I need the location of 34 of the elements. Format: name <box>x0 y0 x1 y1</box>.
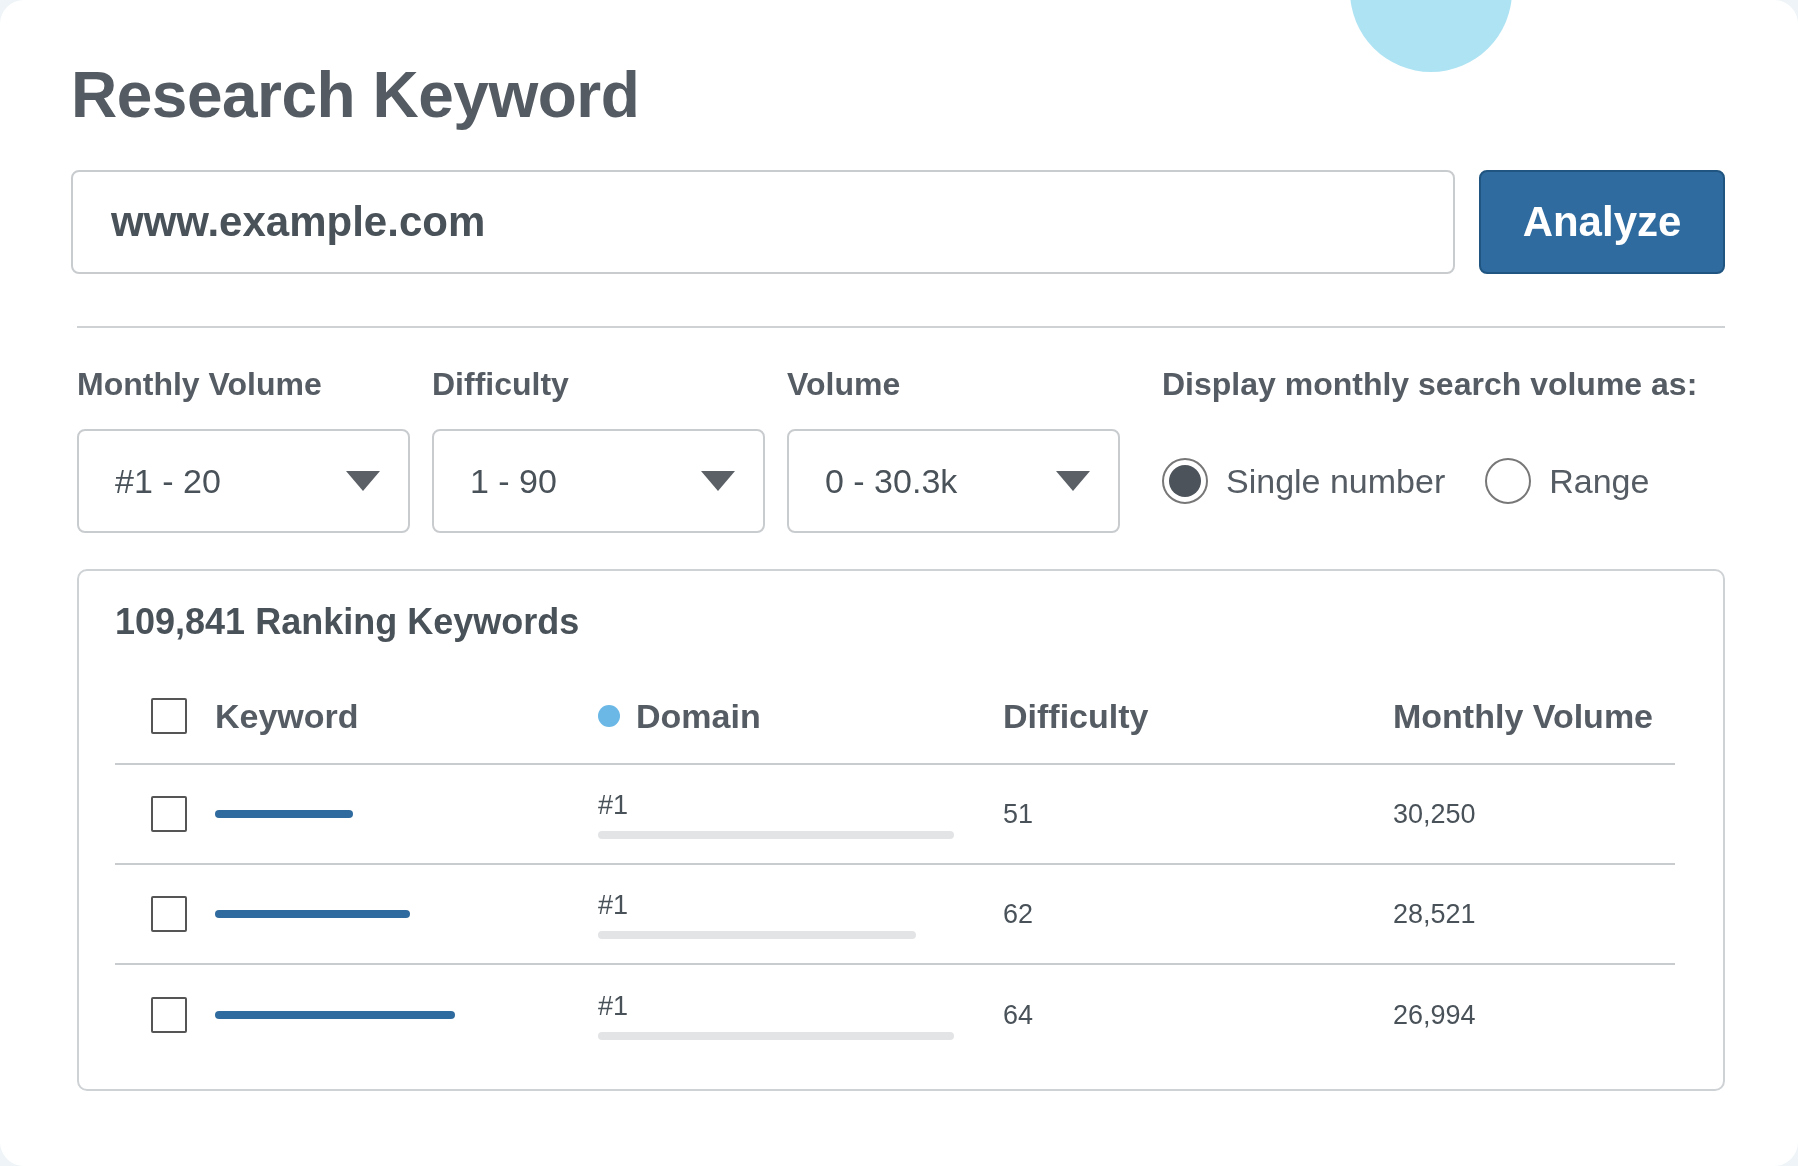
dropdown-caret-icon <box>1056 471 1090 491</box>
difficulty-value: 51 <box>1003 798 1034 830</box>
dropdown-caret-icon <box>346 471 380 491</box>
row-checkbox[interactable] <box>151 997 187 1033</box>
page-title: Research Keyword <box>71 58 641 132</box>
filter-label: Monthly Volume <box>77 366 323 403</box>
radio-option[interactable]: Single number <box>1162 458 1446 504</box>
filter-dropdown[interactable]: 0 - 30.3k <box>787 429 1120 533</box>
column-header: Difficulty <box>1003 696 1149 736</box>
difficulty-value: 62 <box>1003 898 1034 930</box>
filter-label: Volume <box>787 366 902 403</box>
volume-value: 28,521 <box>1393 898 1476 930</box>
display-option-label: Display monthly search volume as: <box>1162 366 1698 403</box>
difficulty-value: 64 <box>1003 999 1034 1031</box>
radio-option[interactable]: Range <box>1485 458 1650 504</box>
row-checkbox[interactable] <box>151 896 187 932</box>
analyze-button[interactable]: Analyze <box>1479 170 1725 274</box>
filter-label: Difficulty <box>432 366 570 403</box>
dropdown-caret-icon <box>701 471 735 491</box>
volume-value: 30,250 <box>1393 798 1476 830</box>
results-title: 109,841 Ranking Keywords <box>115 601 581 643</box>
domain-rank: #1 <box>598 990 630 1022</box>
row-checkbox[interactable] <box>151 796 187 832</box>
url-input-field[interactable]: www.example.com <box>71 170 1455 274</box>
column-header: Domain <box>636 696 761 736</box>
select-all-checkbox[interactable] <box>151 698 187 734</box>
volume-value: 26,994 <box>1393 999 1476 1031</box>
domain-rank: #1 <box>598 889 630 921</box>
domain-dot-icon <box>598 705 620 727</box>
domain-rank: #1 <box>598 789 630 821</box>
column-header: Keyword <box>215 696 359 736</box>
filter-dropdown[interactable]: 1 - 90 <box>432 429 765 533</box>
column-header: Monthly Volume <box>1393 696 1654 736</box>
filter-dropdown[interactable]: #1 - 20 <box>77 429 410 533</box>
